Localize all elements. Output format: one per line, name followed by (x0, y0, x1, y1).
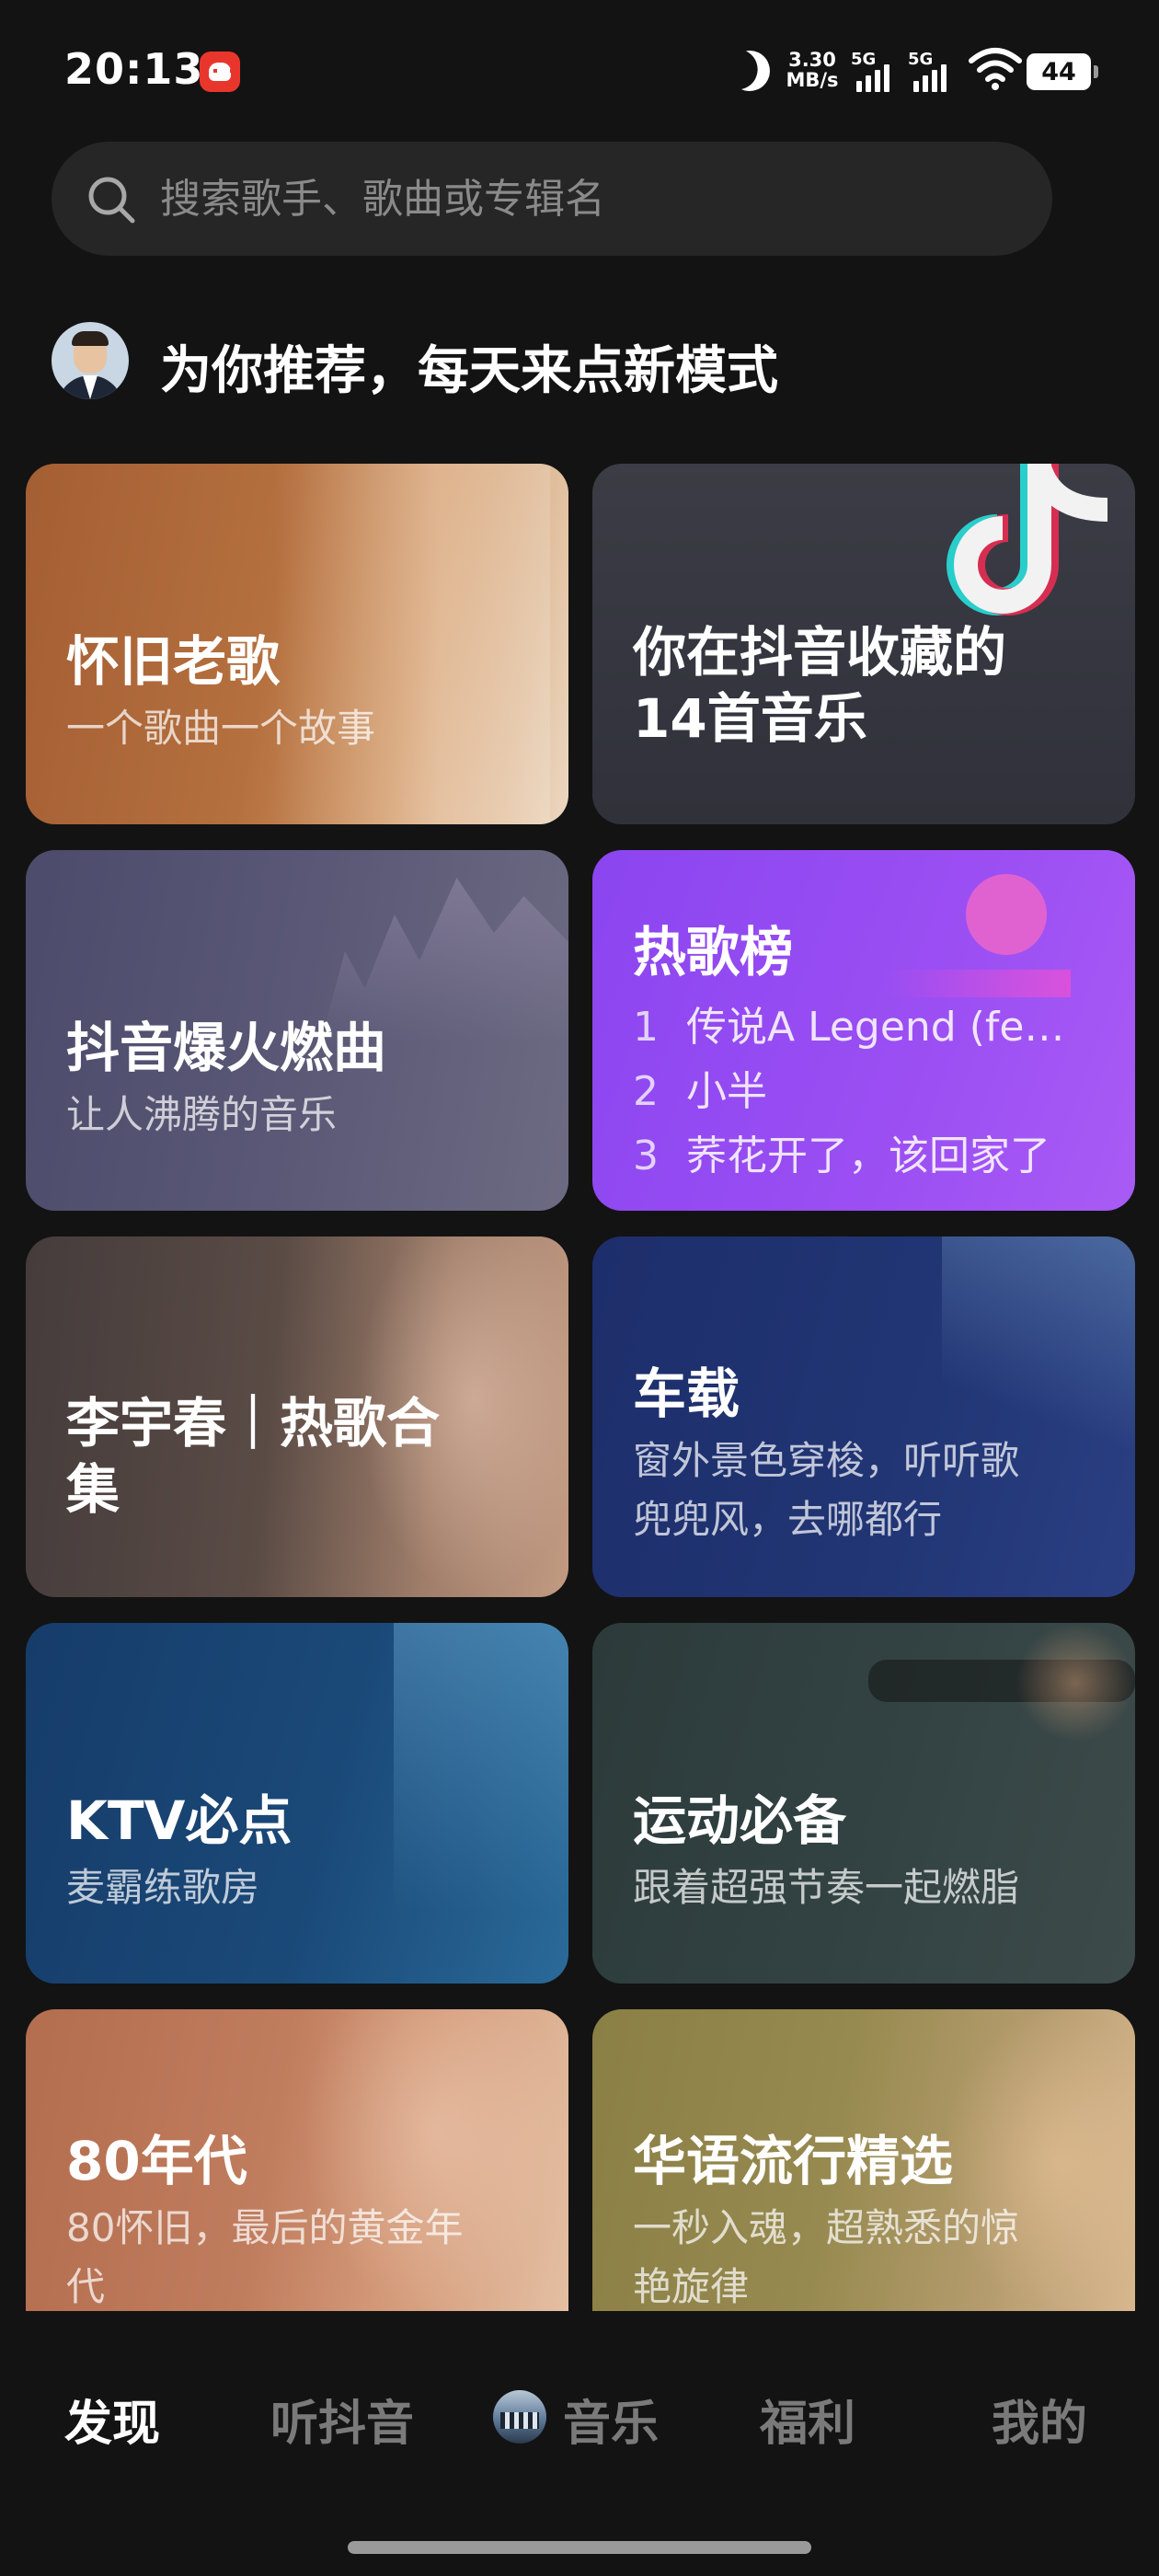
battery-icon: 44 (1027, 53, 1098, 90)
playlist-card-nostalgic[interactable]: 怀旧老歌 一个歌曲一个故事 (26, 464, 568, 824)
hot-chart-card[interactable]: 热歌榜 1 传说A Legend (fe… 2 小半 3 荞花开了，该回家了 (592, 850, 1135, 1211)
hot-chart-item[interactable]: 2 小半 (633, 1058, 1111, 1117)
hot-chart-rank: 2 (633, 1068, 659, 1115)
bottom-nav: 发现 听抖音 音乐 福利 我的 (0, 2311, 1159, 2576)
card-title: 80年代 (66, 2130, 247, 2192)
card-subtitle-line-2: 代 (66, 2264, 106, 2309)
card-title-line-2: 集 (66, 1458, 120, 1521)
playlist-card-ktv[interactable]: KTV必点 麦霸练歌房 (26, 1623, 568, 1984)
search-icon (88, 177, 135, 224)
hot-chart-rank: 3 (633, 1133, 659, 1179)
card-title: 车载 (633, 1363, 740, 1425)
status-bar: 20:13 3.30 MB/s 5G 5G 44 (0, 0, 1159, 138)
battery-level: 44 (1041, 57, 1076, 86)
playlist-card-li-yuchun[interactable]: 李宇春｜热歌合 集 (26, 1236, 568, 1597)
music-note-icon (947, 464, 1108, 615)
card-subtitle-line-2: 兜兜风，去哪都行 (633, 1497, 943, 1542)
network-speed-unit: MB/s (786, 69, 839, 91)
card-title: 抖音爆火燃曲 (66, 1017, 387, 1079)
hot-chart-item[interactable]: 3 荞花开了，该回家了 (633, 1122, 1111, 1181)
nav-music[interactable]: 音乐 (563, 2385, 659, 2454)
wifi-icon (969, 48, 1022, 90)
signal-icon: 5G (851, 50, 904, 92)
nav-welfare[interactable]: 福利 (760, 2385, 855, 2454)
playlist-card-80s[interactable]: 80年代 80怀旧，最后的黄金年 代 (26, 2009, 568, 2313)
hot-chart-item[interactable]: 1 传说A Legend (fe… (633, 994, 1111, 1052)
card-subtitle-line-1: 一秒入魂，超熟悉的惊 (633, 2205, 1020, 2250)
status-time: 20:13 (64, 44, 204, 94)
card-title: 热歌榜 (633, 921, 794, 983)
card-subtitle: 跟着超强节奏一起燃脂 (633, 1865, 1020, 1910)
card-subtitle: 麦霸练歌房 (66, 1865, 260, 1910)
card-title: KTV必点 (66, 1789, 293, 1852)
card-subtitle-line-1: 80怀旧，最后的黄金年 (66, 2205, 464, 2250)
moon-icon (724, 45, 775, 97)
card-subtitle-line-2: 艳旋律 (633, 2264, 750, 2309)
playlist-card-douyin-favorites[interactable]: 你在抖音收藏的 14首音乐 (592, 464, 1135, 824)
card-title-line-1: 李宇春｜热歌合 (66, 1392, 441, 1455)
network-speed-value: 3.30 (788, 49, 836, 71)
card-subtitle-line-1: 窗外景色穿梭，听听歌 (633, 1438, 1020, 1483)
playlist-card-mandopop[interactable]: 华语流行精选 一秒入魂，超熟悉的惊 艳旋律 (592, 2009, 1135, 2313)
search-bar[interactable] (52, 142, 1052, 256)
network-speed: 3.30 MB/s (785, 50, 840, 90)
nav-discover[interactable]: 发现 (64, 2385, 160, 2454)
avatar[interactable] (52, 322, 129, 399)
nav-listen-douyin[interactable]: 听抖音 (270, 2385, 414, 2454)
card-title-line-1: 你在抖音收藏的 (633, 621, 1007, 684)
card-title: 怀旧老歌 (66, 630, 281, 693)
card-subtitle: 让人沸腾的音乐 (66, 1092, 338, 1137)
home-indicator[interactable] (348, 2541, 811, 2554)
app-notification-icon (200, 52, 240, 92)
recommend-title: 为你推荐，每天来点新模式 (160, 341, 778, 401)
hot-chart-rank: 1 (633, 1004, 659, 1051)
card-title: 运动必备 (633, 1789, 847, 1852)
hot-chart-song: 传说A Legend (fe… (686, 1004, 1065, 1051)
search-input[interactable] (160, 169, 1006, 228)
now-playing-thumbnail[interactable] (493, 2390, 546, 2444)
nav-mine[interactable]: 我的 (992, 2385, 1087, 2454)
card-subtitle: 一个歌曲一个故事 (66, 706, 376, 751)
card-title: 华语流行精选 (633, 2130, 954, 2192)
playlist-card-douyin-hits[interactable]: 抖音爆火燃曲 让人沸腾的音乐 (26, 850, 568, 1211)
hot-chart-song: 小半 (686, 1068, 767, 1115)
card-title-line-2: 14首音乐 (633, 687, 867, 750)
playlist-card-workout[interactable]: 运动必备 跟着超强节奏一起燃脂 (592, 1623, 1135, 1984)
playlist-card-car[interactable]: 车载 窗外景色穿梭，听听歌 兜兜风，去哪都行 (592, 1236, 1135, 1597)
signal-icon: 5G (908, 50, 961, 92)
hot-chart-song: 荞花开了，该回家了 (686, 1133, 1050, 1179)
